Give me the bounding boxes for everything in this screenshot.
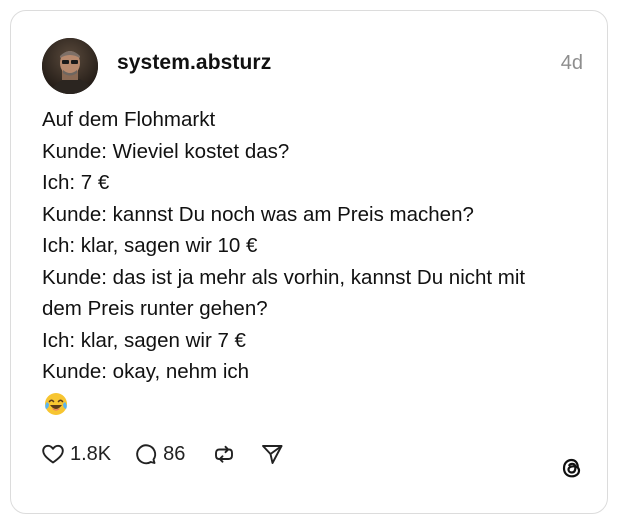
post-line: Ich: klar, sagen wir 10 € xyxy=(42,234,258,257)
username[interactable]: system.absturz xyxy=(117,51,271,75)
heart-icon xyxy=(42,444,64,464)
post-actions: 1.8K 86 xyxy=(40,439,285,469)
post-line: dem Preis runter gehen? xyxy=(42,297,268,320)
face-with-tears-of-joy-icon xyxy=(45,393,67,415)
reply-button[interactable]: 86 xyxy=(133,441,185,467)
like-button[interactable]: 1.8K xyxy=(40,441,111,467)
avatar[interactable] xyxy=(42,38,98,94)
send-icon xyxy=(262,445,283,464)
post-text: Auf dem Flohmarkt Kunde: Wieviel kostet … xyxy=(42,104,587,388)
post-line: Kunde: kannst Du noch was am Preis mache… xyxy=(42,202,474,226)
post-line: Ich: klar, sagen wir 7 € xyxy=(42,328,246,352)
share-button[interactable] xyxy=(259,441,285,467)
threads-logo-icon[interactable] xyxy=(559,455,585,481)
post-line: Kunde: das ist ja mehr als vorhin, kanns… xyxy=(42,265,526,289)
post-timestamp[interactable]: 4d xyxy=(561,52,583,75)
comment-icon xyxy=(136,444,157,465)
post-line: Auf dem Flohmarkt xyxy=(42,108,216,131)
avatar-image xyxy=(42,38,98,94)
repost-button[interactable] xyxy=(211,441,237,467)
post-line: Kunde: Wieviel kostet das? xyxy=(42,139,290,163)
post-line: Kunde: okay, nehm ich xyxy=(42,360,250,383)
repost-icon xyxy=(215,445,234,463)
like-count: 1.8K xyxy=(70,442,112,465)
reply-count: 86 xyxy=(163,442,186,465)
post-line: Ich: 7 € xyxy=(42,171,110,194)
post-card: system.absturz 4d Auf dem Flohmarkt Kund… xyxy=(10,10,608,514)
